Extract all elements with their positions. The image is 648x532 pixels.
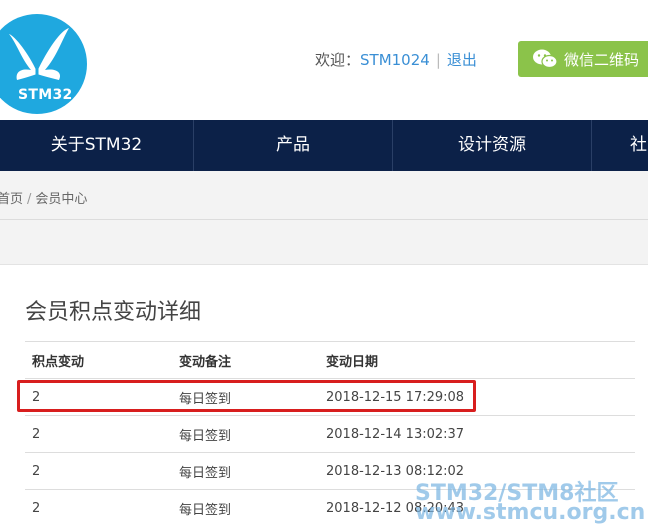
gray-band (0, 220, 648, 265)
site-header: STM32 欢迎：STM1024 | 退出 微信二维码 (0, 0, 648, 120)
cell-date: 2018-12-14 13:02:37 (319, 415, 635, 453)
breadcrumb-current[interactable]: 会员中心 (35, 192, 87, 207)
breadcrumb: 首页 / 会员中心 (0, 188, 87, 207)
breadcrumb-bar: 首页 / 会员中心 (0, 171, 648, 220)
separator: | (435, 51, 441, 69)
cell-note: 每日签到 (172, 489, 319, 527)
column-header-points: 积点变动 (25, 341, 172, 379)
breadcrumb-home[interactable]: 首页 (0, 192, 23, 207)
column-header-date: 变动日期 (319, 341, 635, 379)
page-title: 会员积点变动详细 (25, 300, 202, 325)
wechat-icon (532, 49, 558, 69)
cell-points: 2 (25, 452, 172, 490)
logo-text: STM32 (18, 87, 73, 103)
logout-link[interactable]: 退出 (447, 51, 477, 69)
main-nav: 关于STM32 产品 设计资源 社 (0, 120, 648, 171)
nav-item-design-resources[interactable]: 设计资源 (393, 120, 591, 171)
nav-item-products[interactable]: 产品 (194, 120, 392, 171)
breadcrumb-separator: / (27, 192, 32, 207)
table-row: 2 每日签到 2018-12-14 13:02:37 (25, 415, 635, 453)
cell-points: 2 (25, 489, 172, 527)
nav-item-community[interactable]: 社 (630, 120, 648, 171)
cell-points: 2 (25, 415, 172, 453)
table-header-row: 积点变动 变动备注 变动日期 (25, 341, 635, 379)
nav-divider (591, 120, 592, 171)
welcome-label: 欢迎： (315, 51, 361, 69)
column-header-note: 变动备注 (172, 341, 319, 379)
cell-note: 每日签到 (172, 452, 319, 490)
watermark-url: www.stmcu.org.cn (415, 500, 646, 525)
cell-note: 每日签到 (172, 415, 319, 453)
highlight-box (17, 380, 476, 412)
wechat-qr-button[interactable]: 微信二维码 (518, 41, 648, 77)
nav-item-about[interactable]: 关于STM32 (0, 120, 193, 171)
username-link[interactable]: STM1024 (360, 51, 430, 69)
wechat-button-label: 微信二维码 (564, 50, 640, 69)
stm32-logo[interactable]: STM32 (0, 14, 87, 114)
welcome-area: 欢迎：STM1024 | 退出 (315, 49, 477, 70)
